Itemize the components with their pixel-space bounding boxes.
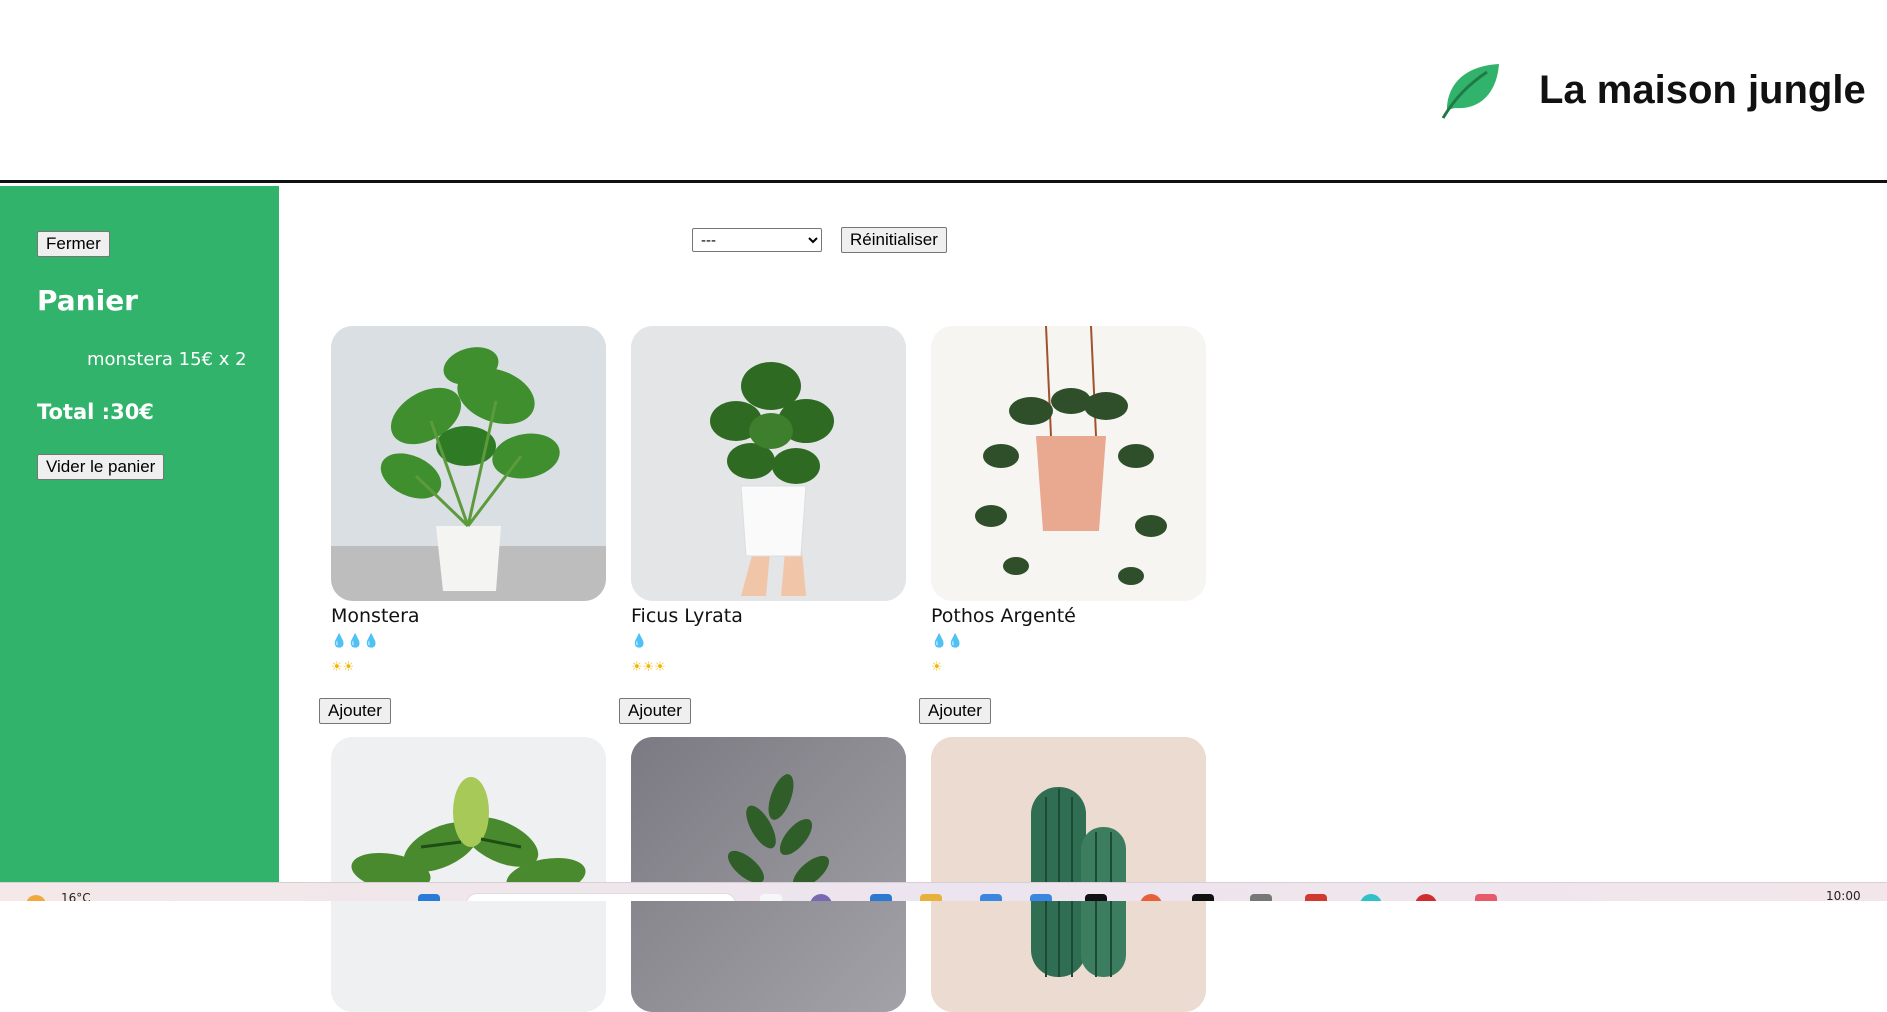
shopping-list: --- Réinitialiser Monstera 💧💧💧 ☀☀ Ajoute…: [279, 186, 1887, 1012]
pothos-argente-photo: [931, 326, 1206, 601]
plant-item-calathea: [331, 737, 606, 1012]
water-drop-icon: 💧💧: [931, 634, 964, 649]
cart-title: Panier: [37, 284, 138, 317]
taskbar-search-input[interactable]: [466, 893, 736, 901]
app-icon[interactable]: [1415, 894, 1437, 901]
sun-icon: ☀: [931, 660, 943, 675]
cart-panel: Fermer Panier monstera 15€ x 2 Total :30…: [0, 186, 279, 882]
terminal-icon[interactable]: [1085, 894, 1107, 901]
site-title: La maison jungle: [1539, 68, 1866, 112]
app-icon[interactable]: [1305, 894, 1327, 901]
os-taskbar: 16°C 10:00: [0, 882, 1887, 901]
sun-icon: ☀☀: [331, 660, 355, 675]
empty-cart-button[interactable]: Vider le panier: [37, 454, 165, 480]
start-icon[interactable]: [418, 894, 440, 901]
calathea-photo: [331, 737, 606, 1012]
file-icon[interactable]: [760, 894, 782, 901]
close-cart-button[interactable]: Fermer: [37, 231, 110, 257]
ficus-lyrata-photo: [631, 326, 906, 601]
plant-item-cactus: [931, 737, 1206, 1012]
app-icon[interactable]: [1140, 894, 1162, 901]
water-drop-icon: 💧: [631, 634, 648, 649]
add-to-cart-button[interactable]: Ajouter: [919, 698, 991, 724]
app-icon[interactable]: [870, 894, 892, 901]
app-icon[interactable]: [980, 894, 1002, 901]
folder-icon[interactable]: [920, 894, 942, 901]
cactus-photo: [931, 737, 1206, 1012]
cart-item: monstera 15€ x 2: [87, 349, 247, 370]
water-drop-icon: 💧💧💧: [331, 634, 380, 649]
app-icon[interactable]: [1030, 894, 1052, 901]
add-to-cart-button[interactable]: Ajouter: [319, 698, 391, 724]
app-icon[interactable]: [1475, 894, 1497, 901]
cart-total: Total :30€: [37, 400, 154, 424]
plant-item-ficus-lyrata: Ficus Lyrata 💧 ☀☀☀ Ajouter: [619, 326, 906, 724]
olivier-photo: [631, 737, 906, 1012]
weather-temperature: 16°C: [61, 891, 91, 901]
plant-item-olivier: [631, 737, 906, 1012]
plant-item-monstera: Monstera 💧💧💧 ☀☀ Ajouter: [319, 326, 606, 724]
leaf-icon: [1441, 64, 1499, 119]
add-to-cart-button[interactable]: Ajouter: [619, 698, 691, 724]
app-icon[interactable]: [810, 894, 832, 901]
taskbar-clock: 10:00: [1826, 889, 1861, 901]
sun-icon: ☀☀☀: [631, 660, 666, 675]
plant-name: Monstera: [331, 605, 420, 627]
category-select[interactable]: ---: [692, 228, 822, 252]
app-icon[interactable]: [1250, 894, 1272, 901]
plant-item-pothos-argente: Pothos Argenté 💧💧 ☀ Ajouter: [919, 326, 1206, 724]
monstera-photo: [331, 326, 606, 601]
reset-filter-button[interactable]: Réinitialiser: [841, 227, 947, 253]
app-icon[interactable]: [1360, 894, 1382, 901]
site-banner: La maison jungle: [0, 0, 1887, 183]
plant-name: Ficus Lyrata: [631, 605, 743, 627]
app-icon[interactable]: [1192, 894, 1214, 901]
plant-name: Pothos Argenté: [931, 605, 1076, 627]
weather-icon[interactable]: [26, 895, 46, 901]
